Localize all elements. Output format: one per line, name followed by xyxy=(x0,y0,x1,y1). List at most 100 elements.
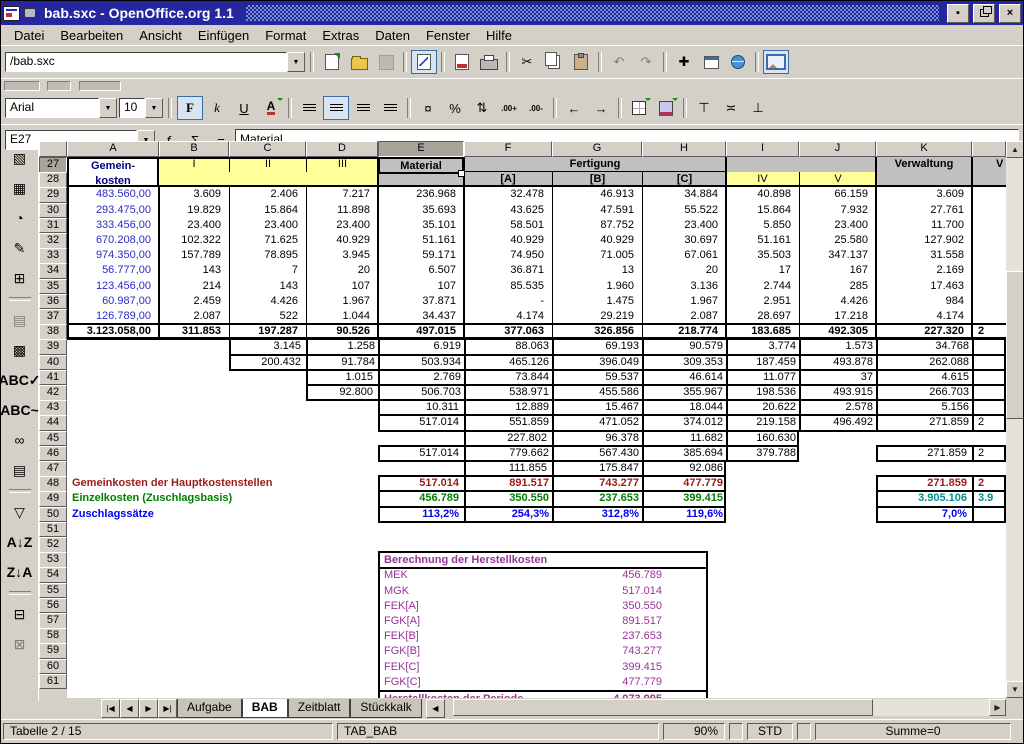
row-header-44[interactable]: 44 xyxy=(39,415,67,431)
font-color-button[interactable]: A xyxy=(258,96,284,120)
row-header-29[interactable]: 29 xyxy=(39,187,67,203)
cell-D37[interactable]: 1.044 xyxy=(308,309,376,324)
cell-B29[interactable]: 3.609 xyxy=(161,187,227,202)
cell-K41[interactable]: 4.615 xyxy=(876,371,974,384)
column-header-D[interactable]: D xyxy=(306,141,378,157)
row-header-42[interactable]: 42 xyxy=(39,385,67,401)
row-header-28[interactable]: 28 xyxy=(39,172,67,188)
cell-F43[interactable]: 12.889 xyxy=(464,401,554,414)
cell-E50[interactable]: 113,2% xyxy=(380,508,464,521)
cell-G45[interactable]: 96.378 xyxy=(552,432,644,445)
bold-button[interactable]: F xyxy=(177,96,203,120)
row-header-36[interactable]: 36 xyxy=(39,294,67,310)
cell-J42[interactable]: 493.915 xyxy=(799,386,878,399)
font-size-combobox[interactable]: 10 ▼ xyxy=(119,98,163,118)
cell-H36[interactable]: 1.967 xyxy=(644,294,724,309)
cell-C35[interactable]: 143 xyxy=(231,279,304,294)
cell-I30[interactable]: 15.864 xyxy=(728,203,797,218)
vscroll-thumb[interactable] xyxy=(1006,271,1024,419)
number-standard-icon[interactable]: ⇅ xyxy=(469,96,495,120)
vscroll-track[interactable] xyxy=(1006,141,1024,698)
new-document-icon[interactable] xyxy=(319,50,345,74)
cell-I42[interactable]: 198.536 xyxy=(726,386,801,399)
cell-J31[interactable]: 23.400 xyxy=(801,218,874,233)
add-decimal-icon[interactable]: .00+ xyxy=(496,96,522,120)
column-header-J[interactable]: J xyxy=(799,141,876,157)
edit-file-icon[interactable] xyxy=(411,50,437,74)
cell-L38[interactable]: 2 xyxy=(974,324,1004,339)
cell-G33[interactable]: 71.005 xyxy=(554,248,640,263)
cell-H42[interactable]: 355.967 xyxy=(642,386,728,399)
cell-I44[interactable]: 219.158 xyxy=(726,416,801,429)
cell-L46[interactable]: 2 xyxy=(972,447,1006,460)
cell-F47[interactable]: 111.855 xyxy=(466,462,552,475)
row-header-58[interactable]: 58 xyxy=(39,628,67,644)
cell-G37[interactable]: 29.219 xyxy=(554,309,640,324)
cell-K31[interactable]: 11.700 xyxy=(878,218,970,233)
cell-H41[interactable]: 46.614 xyxy=(642,371,728,384)
cell-B35[interactable]: 214 xyxy=(161,279,227,294)
cell-B36[interactable]: 2.459 xyxy=(161,294,227,309)
insert-cells-icon[interactable]: ▦ xyxy=(6,175,34,201)
cell-E36[interactable]: 37.871 xyxy=(380,294,462,309)
stylist-icon[interactable] xyxy=(698,50,724,74)
hyperlink-icon[interactable] xyxy=(725,50,751,74)
cell-G36[interactable]: 1.475 xyxy=(554,294,640,309)
undo-icon[interactable]: ↶ xyxy=(606,50,632,74)
cell-K46[interactable]: 271.859 xyxy=(878,447,972,460)
cell-F35[interactable]: 85.535 xyxy=(466,279,550,294)
cell-C40[interactable]: 200.432 xyxy=(231,356,306,369)
cell-H40[interactable]: 309.353 xyxy=(642,356,728,369)
cell-H32[interactable]: 30.697 xyxy=(644,233,724,248)
cell-K37[interactable]: 4.174 xyxy=(878,309,970,324)
borders-icon[interactable] xyxy=(626,96,652,120)
menu-item-ansicht[interactable]: Ansicht xyxy=(131,27,190,44)
cell-F50[interactable]: 254,3% xyxy=(464,508,554,521)
number-currency-icon[interactable]: ¤ xyxy=(415,96,441,120)
cell-K48[interactable]: 271.859 xyxy=(878,477,972,490)
insert-icon[interactable]: ▧ xyxy=(6,145,34,171)
cell-C39[interactable]: 3.145 xyxy=(231,340,306,353)
sheet-tab-stckkalk[interactable]: Stückkalk xyxy=(350,699,421,718)
row-header-46[interactable]: 46 xyxy=(39,446,67,462)
band-roman-I[interactable]: I xyxy=(159,157,229,172)
row-header-52[interactable]: 52 xyxy=(39,537,67,553)
cell-G41[interactable]: 59.537 xyxy=(552,371,644,384)
row-header-39[interactable]: 39 xyxy=(39,339,67,355)
cell-D38[interactable]: 90.526 xyxy=(308,324,376,339)
column-header-I[interactable]: I xyxy=(726,141,799,157)
cell-G39[interactable]: 69.193 xyxy=(552,340,644,353)
cell-K40[interactable]: 262.088 xyxy=(876,356,974,369)
cell-I40[interactable]: 187.459 xyxy=(726,356,801,369)
cell-E38[interactable]: 497.015 xyxy=(380,324,462,339)
row-header-49[interactable]: 49 xyxy=(39,491,67,507)
autospellcheck-icon[interactable]: ABC~ xyxy=(0,397,40,423)
cell-K50[interactable]: 7,0% xyxy=(878,508,972,521)
tab-prev-button[interactable]: ◀ xyxy=(120,699,139,718)
cell-F40[interactable]: 465.126 xyxy=(464,356,554,369)
cell-H50[interactable]: 119,6% xyxy=(642,508,728,521)
cell-K38[interactable]: 227.320 xyxy=(878,324,970,339)
hscroll-thumb[interactable] xyxy=(453,699,873,716)
cell-J41[interactable]: 37 xyxy=(799,371,878,384)
menu-item-extras[interactable]: Extras xyxy=(314,27,367,44)
cell-F38[interactable]: 377.063 xyxy=(466,324,550,339)
cell-H34[interactable]: 20 xyxy=(644,263,724,278)
cell-J43[interactable]: 2.578 xyxy=(799,401,878,414)
cell-A30[interactable]: 293.475,00 xyxy=(69,203,157,218)
autofilter-icon[interactable]: ▽ xyxy=(6,499,34,525)
cell-G44[interactable]: 471.052 xyxy=(552,416,644,429)
cell-B32[interactable]: 102.322 xyxy=(161,233,227,248)
cell-E49[interactable]: 456.789 xyxy=(380,492,464,505)
cell-J40[interactable]: 493.878 xyxy=(799,356,878,369)
cell-H49[interactable]: 399.415 xyxy=(642,492,728,505)
cell-B30[interactable]: 19.829 xyxy=(161,203,227,218)
cell-D42[interactable]: 92.800 xyxy=(308,386,378,399)
tab-next-button[interactable]: ▶ xyxy=(139,699,158,718)
cell-D35[interactable]: 107 xyxy=(308,279,376,294)
selected-cell-material[interactable]: Material xyxy=(378,157,464,174)
status-zoom[interactable]: 90% xyxy=(663,723,725,740)
cell-A36[interactable]: 60.987,00 xyxy=(69,294,157,309)
cell-G32[interactable]: 40.929 xyxy=(554,233,640,248)
cell-G42[interactable]: 455.586 xyxy=(552,386,644,399)
